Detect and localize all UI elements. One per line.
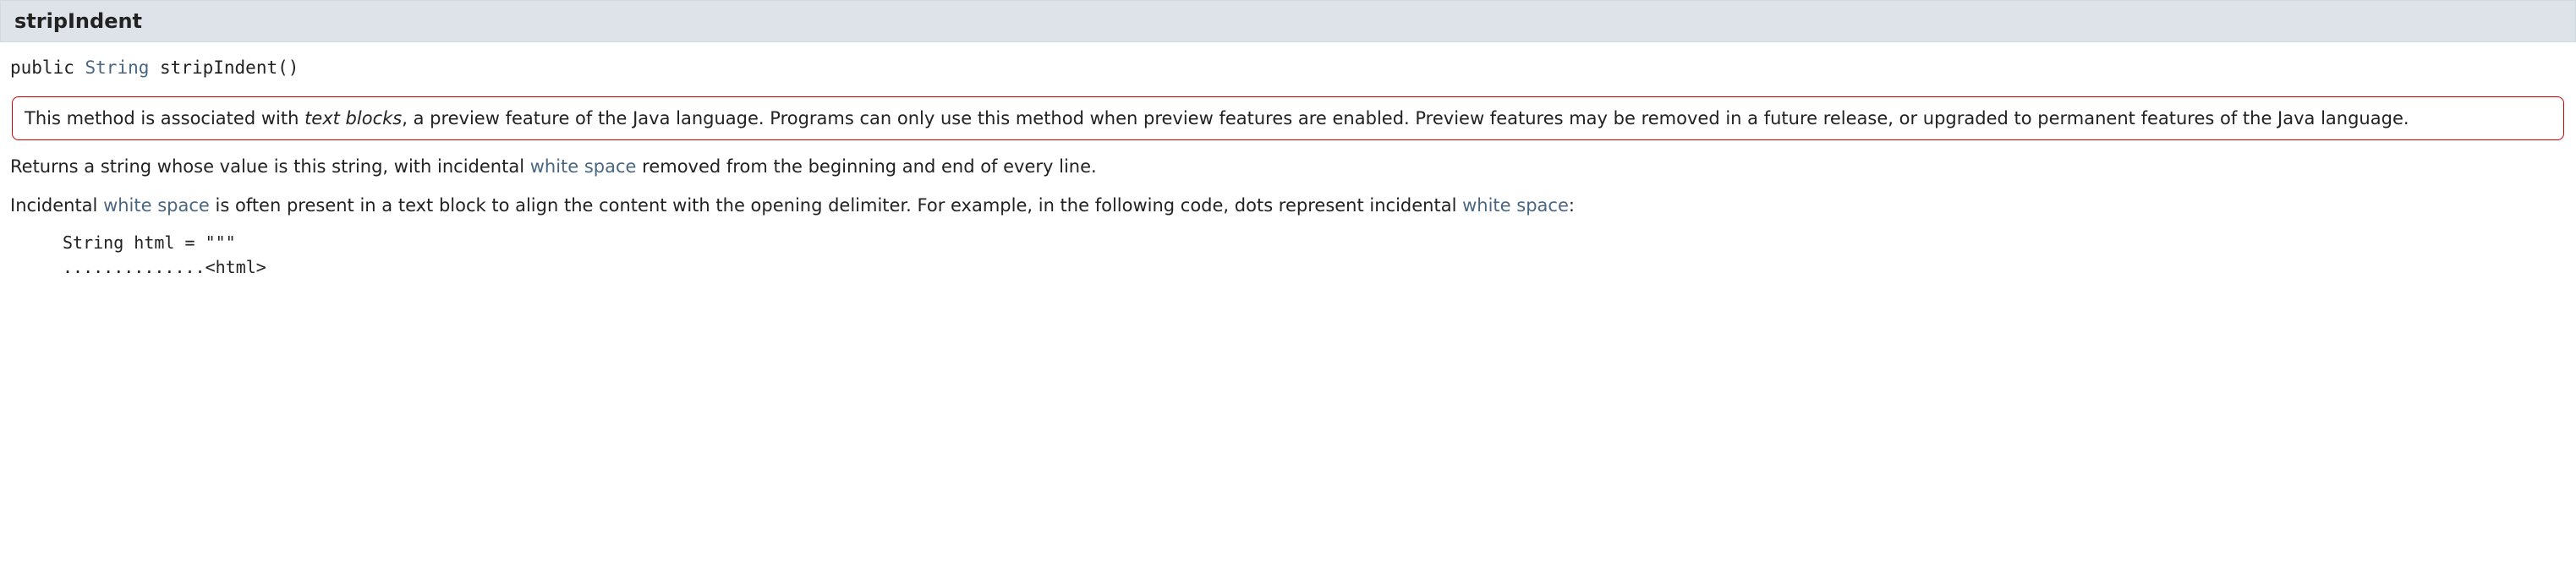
- white-space-link-2[interactable]: white space: [103, 195, 210, 216]
- description-paragraph-2: Incidental white space is often present …: [10, 193, 2566, 220]
- method-name-heading: stripIndent: [14, 9, 142, 33]
- para2-after: :: [1569, 195, 1575, 216]
- modifier-keyword: public: [10, 57, 74, 78]
- white-space-link-1[interactable]: white space: [530, 156, 637, 177]
- para2-before1: Incidental: [10, 195, 103, 216]
- preview-text-after: , a preview feature of the Java language…: [402, 108, 2409, 128]
- para1-before: Returns a string whose value is this str…: [10, 156, 530, 177]
- method-signature: public String stripIndent(): [10, 57, 2566, 78]
- method-name-and-params: stripIndent(): [160, 57, 299, 78]
- para1-after: removed from the beginning and end of ev…: [636, 156, 1096, 177]
- preview-warning-box: This method is associated with text bloc…: [12, 96, 2564, 140]
- preview-text-before: This method is associated with: [25, 108, 304, 128]
- method-detail-content: public String stripIndent() This method …: [0, 42, 2576, 280]
- code-example: String html = """ ..............<html>: [63, 231, 2566, 280]
- description-paragraph-1: Returns a string whose value is this str…: [10, 154, 2566, 181]
- white-space-link-3[interactable]: white space: [1462, 195, 1569, 216]
- preview-italic-term: text blocks: [304, 108, 402, 128]
- code-line-2: ..............<html>: [63, 257, 266, 277]
- code-line-1: String html = """: [63, 232, 236, 253]
- method-section-header: stripIndent: [0, 0, 2576, 42]
- para2-mid: is often present in a text block to alig…: [210, 195, 1462, 216]
- return-type-link[interactable]: String: [85, 57, 150, 78]
